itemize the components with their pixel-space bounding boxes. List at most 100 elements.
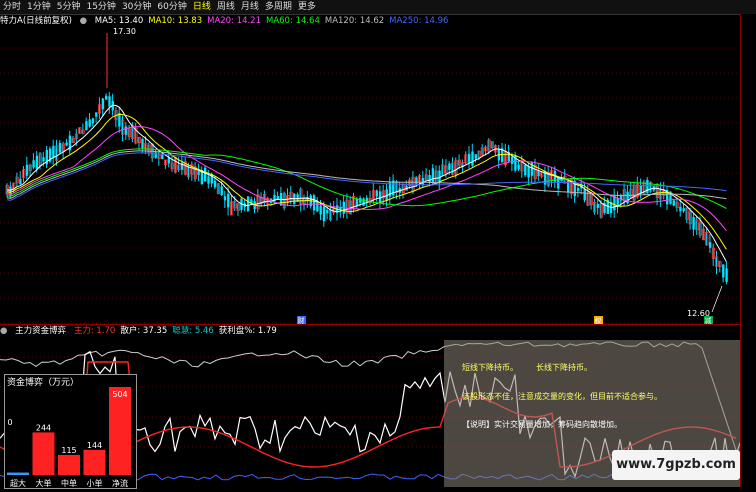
reduce-marker-label: 减 bbox=[705, 316, 712, 324]
candle bbox=[65, 138, 68, 147]
period-tab[interactable]: 30分钟 bbox=[119, 0, 154, 14]
indicator-value-label: 主力: 1.70 bbox=[73, 326, 116, 336]
indicator-title: 主力资金博弈 bbox=[15, 326, 67, 336]
period-tab[interactable]: 1分钟 bbox=[24, 0, 54, 14]
candle bbox=[451, 157, 455, 176]
candle bbox=[692, 213, 695, 236]
candle bbox=[71, 136, 75, 144]
ma-value-label: MA10: 13.83 bbox=[148, 16, 203, 26]
low-price-pointer bbox=[711, 285, 723, 313]
candlestick-chart[interactable]: 17.30 12.60 财权减 bbox=[0, 27, 740, 325]
candle bbox=[401, 183, 405, 199]
candle bbox=[666, 185, 669, 210]
candle bbox=[613, 188, 616, 219]
main-chart-header: 特力A(日线前复权) ● MA5: 13.40 MA10: 13.83 MA20: … bbox=[0, 15, 740, 28]
candle bbox=[589, 191, 593, 210]
candle bbox=[240, 197, 243, 213]
fund-bar-value: 244 bbox=[36, 423, 51, 432]
period-tab[interactable]: 15分钟 bbox=[83, 0, 118, 14]
candle bbox=[200, 166, 204, 185]
ma-value-label: MA60: 14.64 bbox=[266, 16, 320, 26]
candle bbox=[256, 188, 260, 213]
indicator-value-label: 聪慧: 5.46 bbox=[172, 326, 214, 336]
settings-dot-icon[interactable]: ● bbox=[0, 326, 7, 336]
period-tab[interactable]: 多周期 bbox=[262, 0, 295, 14]
candle bbox=[124, 122, 128, 140]
ma-value-label: MA20: 14.21 bbox=[207, 16, 261, 26]
period-tab[interactable]: 5分钟 bbox=[54, 0, 84, 14]
candle bbox=[61, 141, 65, 160]
ma-line bbox=[6, 152, 727, 201]
fund-bar bbox=[83, 449, 106, 475]
candle bbox=[15, 172, 19, 187]
candle bbox=[517, 160, 520, 171]
candle bbox=[593, 198, 597, 215]
period-tab[interactable]: 周线 bbox=[214, 0, 238, 14]
candle bbox=[236, 202, 240, 216]
indicator-value-label: 获利盘%: 1.79 bbox=[218, 326, 277, 336]
ma-value-label: MA5: 13.40 bbox=[94, 16, 144, 26]
high-price-label: 17.30 bbox=[113, 28, 136, 36]
candle bbox=[197, 163, 200, 182]
period-tab[interactable]: 日线 bbox=[190, 0, 214, 14]
candle bbox=[342, 195, 345, 219]
candle bbox=[246, 195, 250, 213]
candle bbox=[85, 117, 88, 131]
candle bbox=[708, 234, 712, 254]
period-toolbar: 分时 1分钟 5分钟 15分钟 30分钟 60分钟 日线 周线 月线 多周期 更多 bbox=[0, 0, 756, 15]
candle bbox=[190, 161, 194, 181]
candle bbox=[524, 163, 527, 178]
candle bbox=[649, 181, 653, 193]
candle bbox=[596, 199, 600, 215]
volume-note: 【说明】实计交易量增加，筹码趋向散增加。 bbox=[462, 420, 622, 429]
period-tab[interactable]: 月线 bbox=[238, 0, 262, 14]
candle bbox=[95, 112, 98, 123]
candle bbox=[424, 168, 428, 181]
candle bbox=[114, 106, 118, 128]
candle bbox=[434, 165, 438, 185]
candle bbox=[25, 156, 29, 180]
candle bbox=[428, 169, 431, 187]
settings-dot-icon[interactable]: ● bbox=[80, 16, 87, 26]
candle bbox=[45, 146, 48, 168]
candle bbox=[81, 123, 85, 135]
fund-flow-bars: 0超大244大单115中单144小单504净流 bbox=[7, 387, 131, 488]
candle bbox=[392, 174, 395, 198]
candle bbox=[98, 97, 102, 119]
period-tab[interactable]: 更多 bbox=[295, 0, 319, 14]
candle bbox=[368, 190, 372, 206]
candle bbox=[58, 140, 62, 155]
candle bbox=[22, 166, 26, 183]
candle bbox=[725, 261, 728, 285]
price-axis bbox=[740, 14, 756, 487]
candlestick-svg: 17.3012.60财权减 bbox=[0, 27, 740, 325]
candle bbox=[609, 195, 613, 218]
candle bbox=[111, 93, 114, 116]
candle bbox=[546, 166, 551, 188]
ma-line bbox=[6, 113, 727, 250]
candle bbox=[718, 260, 722, 273]
candle bbox=[32, 152, 35, 170]
candle bbox=[352, 192, 356, 213]
candle bbox=[642, 179, 646, 195]
fund-bar-value: 504 bbox=[112, 390, 127, 399]
fund-bar bbox=[58, 454, 80, 475]
fund-bar bbox=[109, 387, 131, 475]
candle bbox=[118, 107, 121, 133]
candle bbox=[282, 191, 287, 211]
candle bbox=[639, 178, 642, 199]
candle bbox=[711, 243, 716, 266]
period-tab[interactable]: 分时 bbox=[0, 0, 24, 14]
candle bbox=[480, 144, 485, 157]
candle bbox=[134, 122, 138, 145]
period-tab[interactable]: 60分钟 bbox=[154, 0, 189, 14]
candle bbox=[441, 158, 445, 177]
candle bbox=[108, 91, 111, 114]
candle bbox=[19, 171, 22, 185]
site-watermark: www.7gpzb.com bbox=[612, 450, 740, 480]
candle bbox=[388, 176, 392, 205]
candle bbox=[468, 146, 471, 169]
candle bbox=[557, 175, 560, 196]
candle bbox=[91, 117, 95, 127]
candle bbox=[715, 250, 719, 275]
